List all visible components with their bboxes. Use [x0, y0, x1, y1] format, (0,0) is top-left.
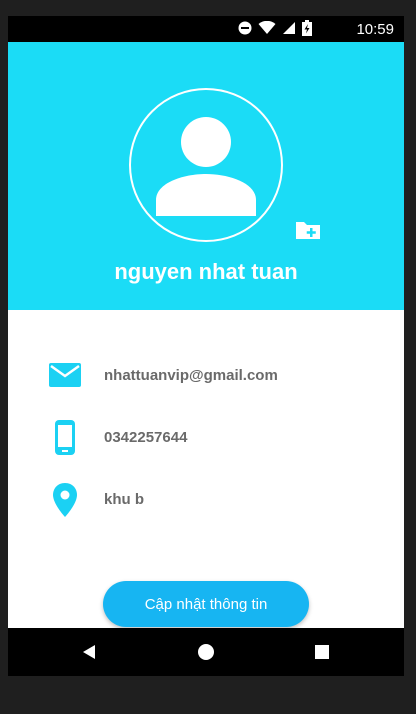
- email-text: nhattuanvip@gmail.com: [104, 367, 278, 384]
- profile-header: nguyen nhat tuan: [8, 42, 404, 310]
- folder-add-icon: [296, 222, 320, 239]
- home-icon[interactable]: [196, 642, 216, 662]
- profile-name: nguyen nhat tuan: [114, 259, 298, 284]
- email-icon: [49, 363, 81, 387]
- phone-row: 0342257644: [8, 418, 404, 458]
- person-icon: [156, 117, 256, 216]
- app-screen: 10:59 nguyen nhat tuan nhattuanvip@gmail…: [8, 16, 404, 676]
- email-row: nhattuanvip@gmail.com: [8, 356, 404, 396]
- location-icon: [53, 483, 77, 517]
- avatar[interactable]: [129, 88, 283, 242]
- nav-bar: [8, 628, 404, 676]
- battery-charging-icon: [302, 20, 312, 36]
- recents-icon[interactable]: [312, 642, 332, 662]
- phone-icon: [55, 420, 75, 455]
- back-icon[interactable]: [80, 642, 100, 662]
- location-text: khu b: [104, 491, 144, 508]
- add-photo-button[interactable]: [294, 218, 322, 242]
- update-info-button[interactable]: Cập nhật thông tin: [103, 581, 309, 627]
- status-time: 10:59: [356, 21, 394, 38]
- status-bar: 10:59: [8, 16, 404, 42]
- status-icons: [238, 20, 312, 36]
- wifi-icon: [258, 21, 276, 34]
- signal-icon: [283, 22, 295, 34]
- do-not-disturb-icon: [238, 21, 252, 35]
- location-row: khu b: [8, 480, 404, 520]
- phone-text: 0342257644: [104, 429, 188, 446]
